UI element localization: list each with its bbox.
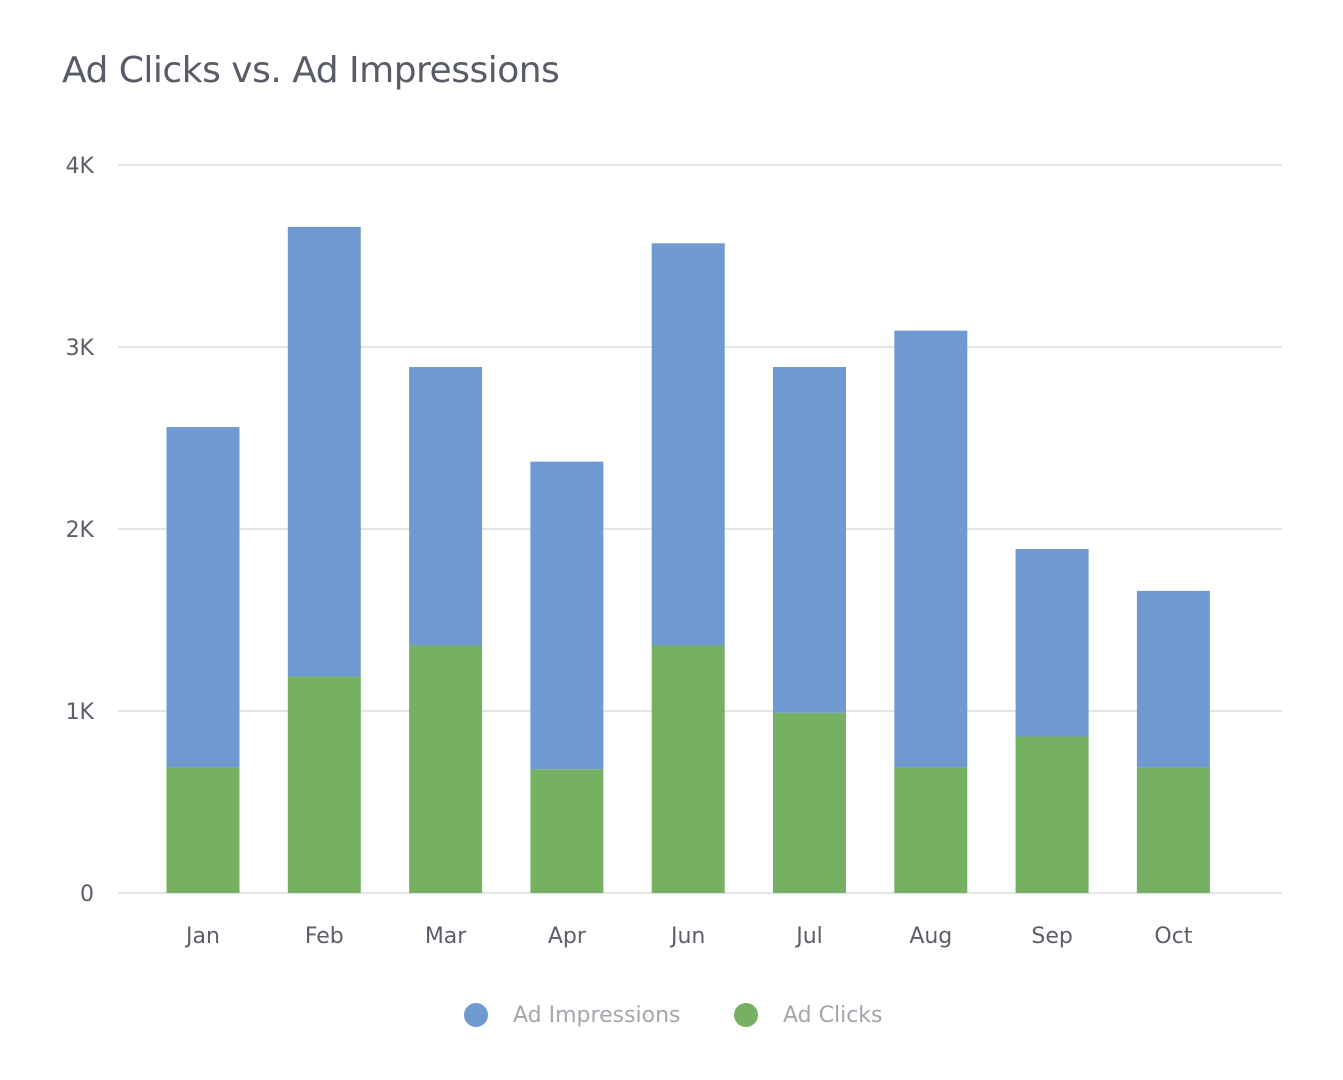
legend-dot-ad-impressions-icon	[464, 1003, 488, 1027]
bar-ad-impressions-aug[interactable]	[894, 330, 968, 768]
x-tick-label: Oct	[1154, 924, 1192, 949]
chart-canvas: 0 1K 2K 3K 4K Jan Feb Mar Apr Jun Jul Aug Sep Oct	[66, 154, 1282, 949]
bar-ad-impressions-jan[interactable]	[166, 427, 240, 768]
bars	[166, 226, 1210, 893]
x-tick-label: Jun	[669, 924, 705, 949]
y-tick-label: 3K	[66, 336, 95, 361]
legend-dot-ad-clicks-icon	[734, 1003, 758, 1027]
bar-ad-impressions-jul[interactable]	[773, 367, 846, 713]
x-tick-label: Jul	[794, 924, 823, 949]
bar-ad-clicks-jul[interactable]	[773, 712, 846, 893]
legend-item-ad-impressions[interactable]: Ad Impressions	[464, 997, 681, 1033]
x-tick-label: Sep	[1031, 924, 1072, 949]
x-tick-label: Feb	[305, 924, 344, 949]
x-tick-label: Aug	[909, 924, 952, 949]
bar-ad-impressions-oct[interactable]	[1136, 590, 1210, 768]
y-tick-label: 1K	[66, 700, 95, 725]
x-tick-label: Mar	[425, 924, 467, 949]
legend-label: Ad Impressions	[513, 1002, 681, 1028]
bar-ad-clicks-feb[interactable]	[287, 676, 361, 893]
bar-ad-impressions-apr[interactable]	[530, 461, 604, 770]
bar-ad-clicks-aug[interactable]	[894, 767, 968, 893]
bar-ad-clicks-oct[interactable]	[1136, 767, 1210, 893]
bar-ad-impressions-feb[interactable]	[287, 226, 361, 677]
legend-item-ad-clicks[interactable]: Ad Clicks	[734, 997, 883, 1033]
y-tick-label: 0	[80, 882, 94, 907]
y-tick-label: 4K	[66, 154, 95, 179]
legend: Ad Impressions Ad Clicks	[0, 997, 1343, 1033]
bar-ad-clicks-mar[interactable]	[409, 645, 483, 893]
legend-label: Ad Clicks	[783, 1002, 883, 1028]
y-axis-ticks: 0 1K 2K 3K 4K	[66, 154, 95, 907]
y-tick-label: 2K	[66, 518, 95, 543]
x-tick-label: Apr	[548, 924, 587, 949]
x-axis-ticks: Jan Feb Mar Apr Jun Jul Aug Sep Oct	[184, 924, 1193, 949]
bar-ad-clicks-jun[interactable]	[651, 645, 725, 893]
bar-ad-clicks-apr[interactable]	[530, 769, 604, 893]
bar-ad-impressions-mar[interactable]	[409, 367, 483, 646]
bar-ad-impressions-jun[interactable]	[651, 243, 725, 646]
x-tick-label: Jan	[184, 924, 220, 949]
bar-ad-clicks-sep[interactable]	[1015, 736, 1089, 893]
bar-ad-clicks-jan[interactable]	[166, 767, 240, 893]
bar-ad-impressions-sep[interactable]	[1015, 549, 1089, 737]
